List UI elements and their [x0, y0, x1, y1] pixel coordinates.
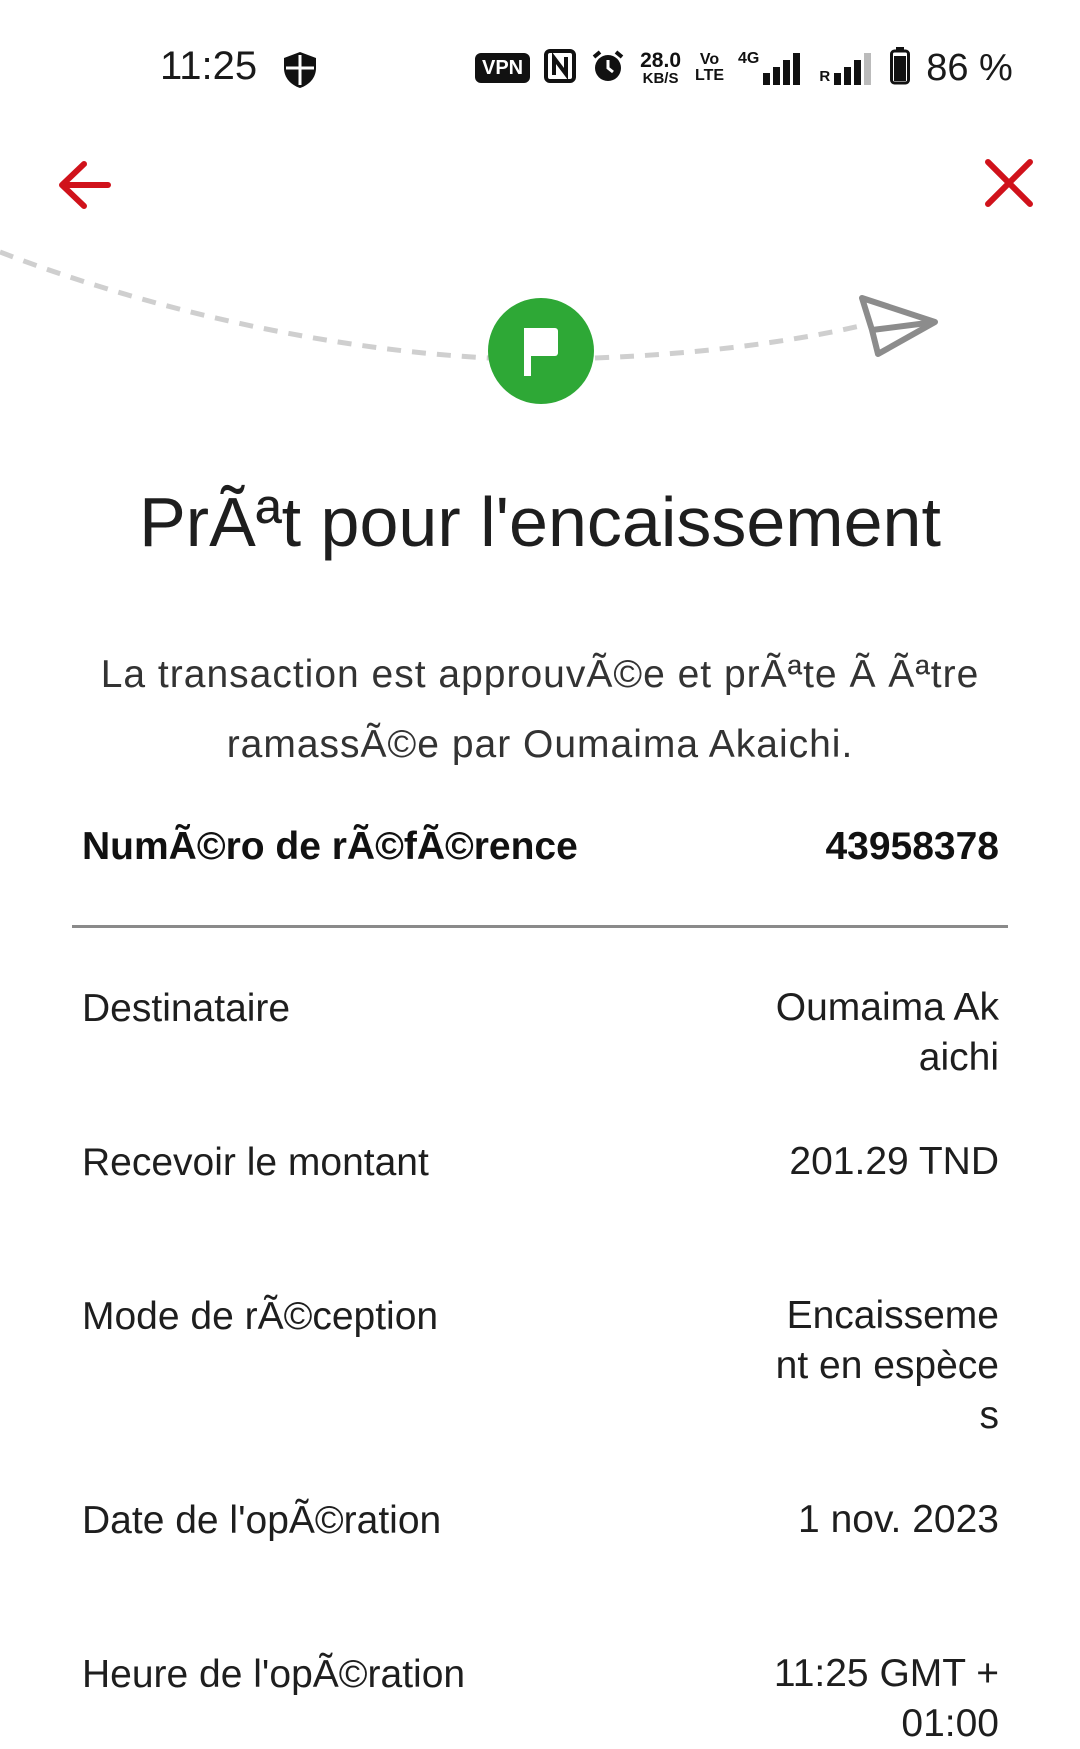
signal-4g-icon: 4G [738, 51, 805, 85]
volte-top-label: Vo [699, 51, 720, 68]
vpn-badge: VPN [475, 53, 531, 83]
status-time: 11:25 [160, 44, 258, 88]
status-flag-badge [488, 298, 594, 404]
shield-icon [280, 50, 320, 95]
roaming-label: R [819, 68, 831, 85]
network-speed: 28.0 KB/S [640, 50, 681, 86]
recipient-value: Oumaima Akaichi [775, 986, 999, 1079]
transaction-description: La transaction est approuvÃ©e et prÃªte … [100, 653, 980, 766]
volte-bottom-label: LTE [695, 67, 725, 84]
alarm-icon [590, 48, 626, 89]
operation-date-value: 1 nov. 2023 [798, 1498, 999, 1541]
reception-mode-label: Mode de rÃ©ception [82, 1295, 439, 1338]
operation-time-value: 11:25 GMT +01:00 [773, 1652, 999, 1745]
back-button[interactable] [50, 150, 120, 220]
reference-number-label: NumÃ©ro de rÃ©fÃ©rence [82, 825, 578, 868]
arrow-left-icon [59, 161, 111, 209]
divider [72, 925, 1008, 928]
battery-icon [890, 46, 911, 90]
recipient-label: Destinataire [82, 987, 291, 1030]
volte-indicator: Vo LTE [695, 52, 724, 84]
flag-icon [524, 328, 558, 376]
operation-date-label: Date de l'opÃ©ration [82, 1499, 442, 1542]
nfc-icon [544, 48, 577, 88]
amount-value: 201.29 TND [789, 1140, 999, 1183]
signal-roaming-icon: R [819, 51, 876, 85]
network-speed-value: 28.0 [640, 49, 681, 72]
network-speed-unit: KB/S [642, 70, 679, 87]
paper-plane-icon [859, 295, 938, 357]
network-type-label: 4G [738, 50, 760, 67]
battery-level: 86 % [926, 46, 1013, 89]
close-icon [985, 159, 1033, 207]
status-icons: VPN 28.0 KB/S Vo LTE 4G R 86 % [475, 40, 1013, 96]
operation-time-label: Heure de l'opÃ©ration [82, 1653, 466, 1696]
reception-mode-value: Encaissement en espèces [775, 1294, 999, 1437]
reference-number-value: 43958378 [825, 825, 999, 868]
page-title: PrÃªt pour l'encaissement [139, 483, 941, 561]
amount-label: Recevoir le montant [82, 1141, 429, 1184]
close-button[interactable] [976, 150, 1042, 216]
